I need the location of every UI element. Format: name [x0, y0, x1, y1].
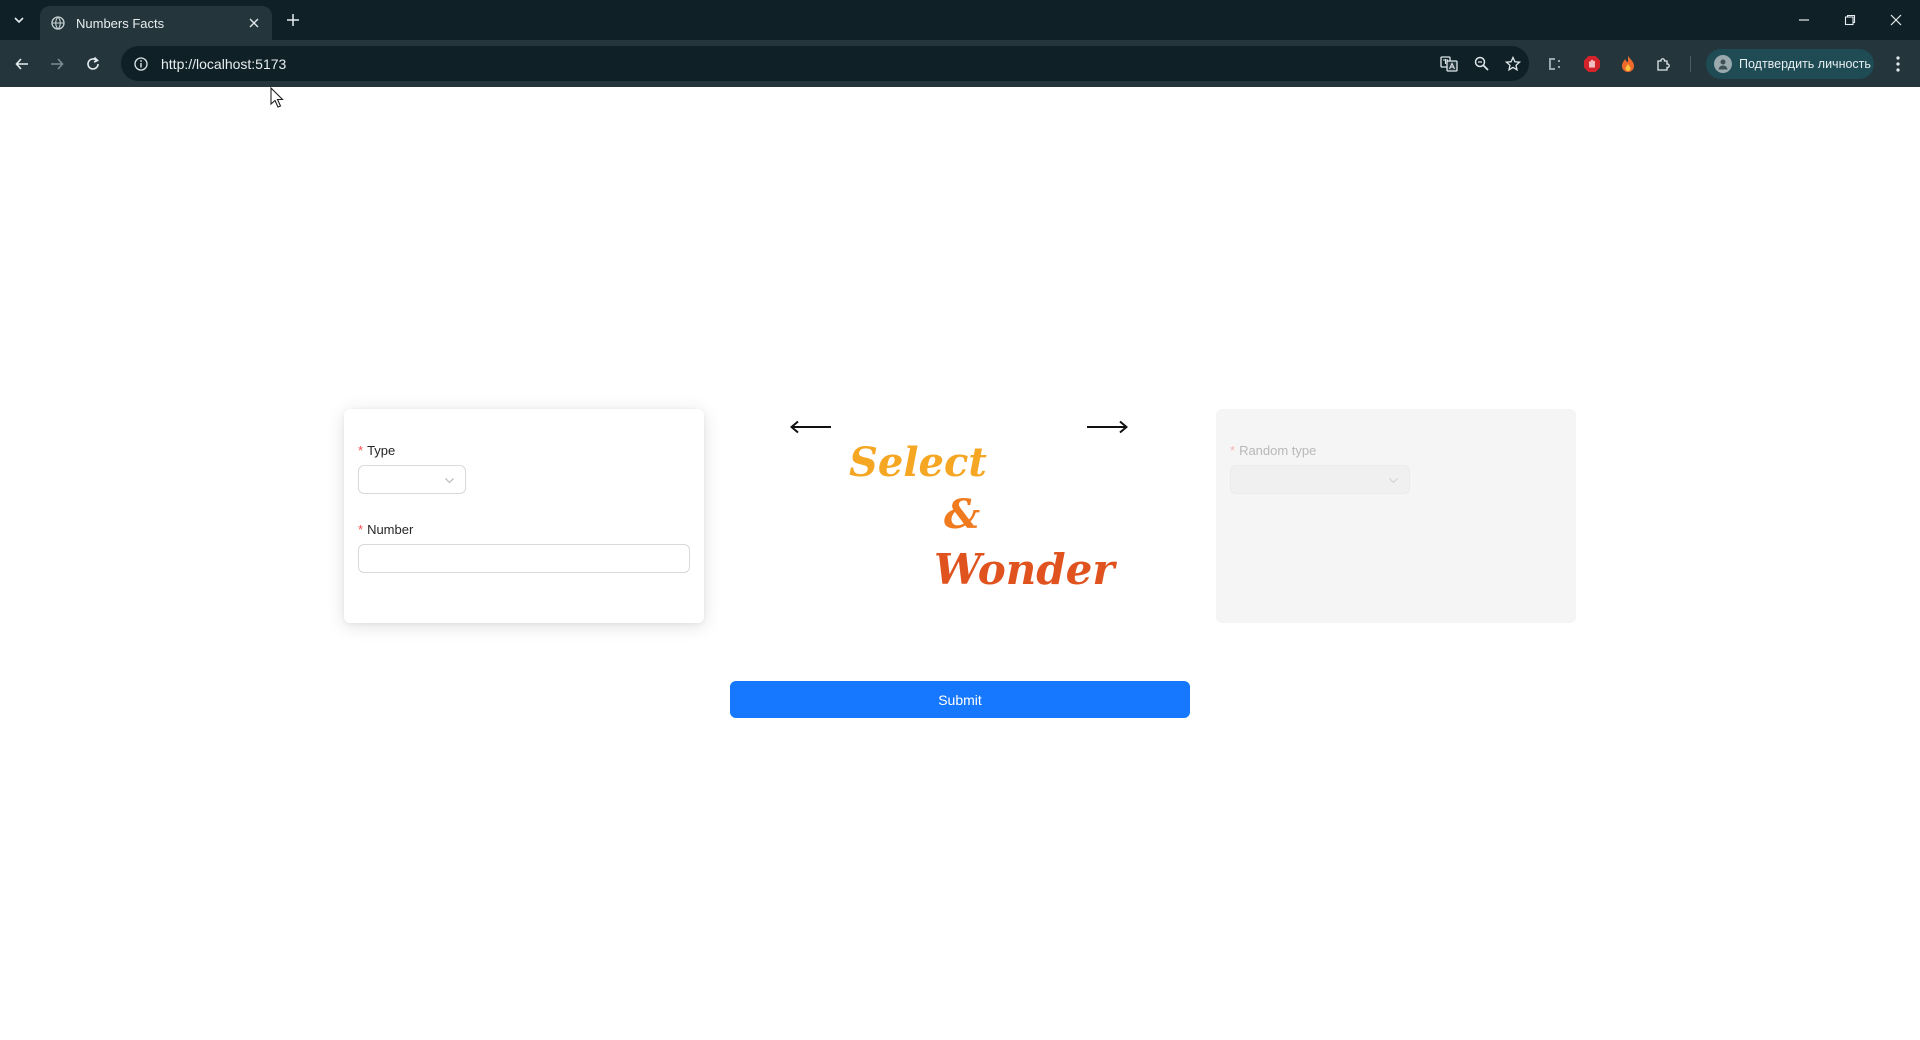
restore-icon[interactable] [1827, 0, 1873, 40]
mouse-cursor-icon [270, 87, 284, 108]
profile-button[interactable]: Подтвердить личность [1706, 49, 1874, 79]
random-type-field-label: * Random type [1230, 443, 1316, 458]
arrow-left-icon[interactable] [9, 51, 35, 77]
page-content: * Type * Number Select & Wonder * Random ty… [0, 87, 1920, 1040]
window-close-icon[interactable] [1873, 0, 1919, 40]
toolbar-divider [1690, 56, 1691, 72]
type-label-text: Type [367, 443, 396, 458]
info-icon[interactable] [131, 54, 151, 74]
submit-button[interactable]: Submit [730, 681, 1190, 718]
hero-word-select: Select [849, 439, 987, 486]
type-field-label: * Type [358, 443, 395, 458]
puzzle-icon[interactable] [1651, 51, 1677, 77]
close-icon[interactable] [244, 13, 264, 33]
zoom-icon[interactable] [1465, 48, 1497, 80]
arrow-right-icon[interactable] [44, 51, 70, 77]
required-mark: * [358, 522, 364, 537]
new-tab-plus-icon[interactable] [282, 9, 304, 31]
left-arrow-icon [789, 417, 833, 437]
kebab-menu-icon[interactable] [1885, 51, 1911, 77]
avatar-icon [1714, 55, 1732, 73]
number-form-card: * Type * Number [344, 409, 704, 623]
minimize-icon[interactable] [1781, 0, 1827, 40]
extension-c-icon[interactable] [1543, 51, 1569, 77]
profile-label: Подтвердить личность [1739, 57, 1871, 71]
chevron-down-icon [1386, 473, 1400, 487]
type-select[interactable] [358, 465, 466, 494]
random-type-select[interactable] [1230, 465, 1410, 494]
globe-icon [50, 15, 66, 31]
number-label-text: Number [367, 522, 414, 537]
url-text[interactable]: http://localhost:5173 [161, 56, 1433, 72]
hero-ampersand: & [944, 491, 981, 538]
number-field-label: * Number [358, 522, 413, 537]
browser-toolbar: http://localhost:5173 Подтвердить личнос… [0, 40, 1920, 87]
right-arrow-icon [1085, 417, 1129, 437]
random-form-card: * Random type [1216, 409, 1576, 623]
translate-icon[interactable] [1433, 48, 1465, 80]
number-input[interactable] [358, 544, 690, 573]
hero-word-wonder: Wonder [934, 545, 1115, 594]
tab-title: Numbers Facts [76, 15, 165, 31]
flame-extension-icon[interactable] [1615, 51, 1641, 77]
star-icon[interactable] [1497, 48, 1529, 80]
required-mark: * [1230, 443, 1236, 458]
random-type-label-text: Random type [1239, 443, 1317, 458]
browser-tab-bar: Numbers Facts [0, 0, 1920, 40]
chevron-down-icon [442, 473, 456, 487]
tab-search-chevron-down-icon[interactable] [8, 9, 30, 31]
required-mark: * [358, 443, 364, 458]
reload-icon[interactable] [80, 51, 106, 77]
address-bar[interactable]: http://localhost:5173 [121, 46, 1529, 81]
browser-tab-active[interactable]: Numbers Facts [40, 6, 272, 40]
adblock-hand-icon[interactable] [1579, 51, 1605, 77]
